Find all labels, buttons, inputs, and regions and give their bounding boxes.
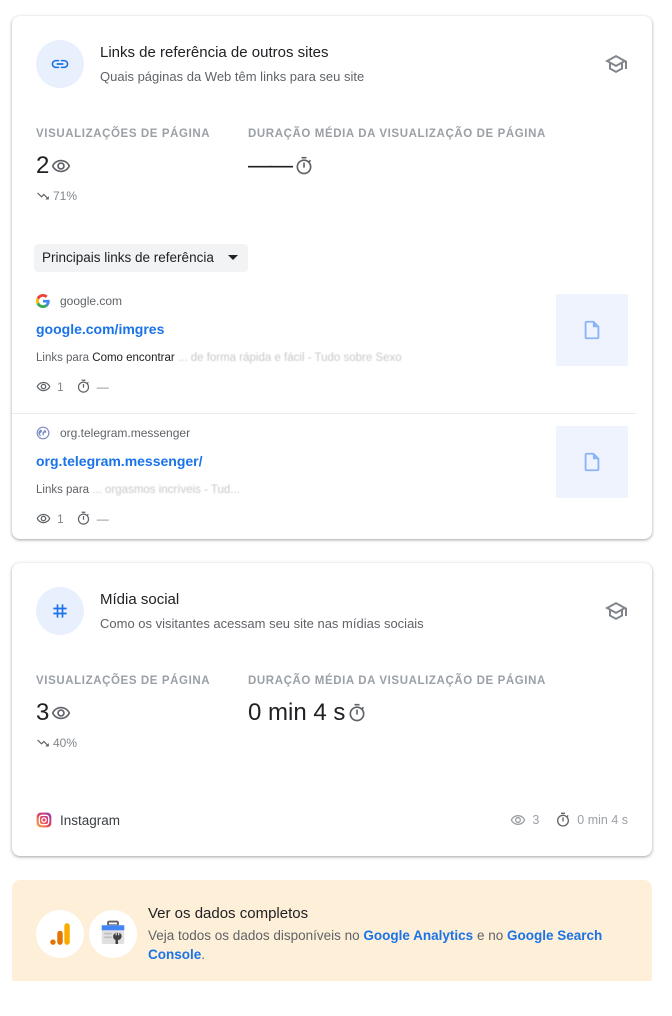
pageviews-metric: VISUALIZAÇÕES DE PÁGINA 2 71% [36, 128, 210, 203]
referral-list-item: google.com google.com/imgres Links para … [12, 284, 636, 414]
referral-source: org.telegram.messenger [60, 426, 191, 440]
promo-title: Ver os dados completos [148, 905, 309, 922]
caret-down-icon [227, 255, 238, 260]
timer-icon [77, 379, 89, 393]
links-to-text: Links para ... orgasmos incríveis - Tud.… [36, 484, 240, 496]
eye-icon [510, 815, 526, 825]
avg-duration-metric: DURAÇÃO MÉDIA DA VISUALIZAÇÃO DE PÁGINA … [248, 675, 546, 727]
eye-icon [52, 706, 71, 720]
pageviews-label: VISUALIZAÇÕES DE PÁGINA [36, 675, 211, 687]
pageviews-change: 40% [36, 736, 210, 750]
school-icon[interactable] [604, 52, 628, 76]
search-console-icon [89, 910, 137, 958]
trending-down-icon [37, 739, 49, 747]
referral-stats: 1 — [36, 379, 121, 394]
timer-icon [557, 812, 570, 827]
linked-page-title-obscured: ... orgasmos incríveis - Tud... [92, 484, 240, 496]
card-subtitle: Como os visitantes acessam seu site nas … [100, 616, 424, 631]
google-analytics-icon [36, 910, 84, 958]
avg-duration-label: DURAÇÃO MÉDIA DA VISUALIZAÇÃO DE PÁGINA [248, 128, 546, 140]
referral-links-card: Links de referência de outros sites Quai… [12, 16, 652, 539]
card-title: Mídia social [100, 591, 180, 608]
card-subtitle: Quais páginas da Web têm links para seu … [100, 69, 365, 84]
document-icon [584, 452, 600, 472]
link-icon [36, 40, 84, 88]
social-duration: 0 min 4 s [577, 813, 628, 827]
avg-duration-metric: DURAÇÃO MÉDIA DA VISUALIZAÇÃO DE PÁGINA … [248, 128, 546, 180]
referral-list-item: org.telegram.messenger org.telegram.mess… [12, 416, 636, 546]
timer-icon [296, 156, 312, 175]
card-title: Links de referência de outros sites [100, 44, 329, 61]
pageviews-value: 3 [36, 699, 50, 726]
card-header: Links de referência de outros sites Quai… [36, 40, 628, 88]
trending-down-icon [37, 192, 49, 200]
avg-duration-value: —— [248, 152, 293, 179]
social-network-name: Instagram [60, 812, 121, 828]
social-list-item: Instagram 3 0 min 4 s [36, 810, 628, 830]
eye-icon [36, 513, 51, 524]
referral-views: 1 [57, 379, 64, 394]
social-stats: 3 0 min 4 s [510, 812, 628, 828]
page-preview-thumbnail[interactable] [556, 294, 628, 366]
school-icon[interactable] [604, 599, 628, 623]
avg-duration-label: DURAÇÃO MÉDIA DA VISUALIZAÇÃO DE PÁGINA [248, 675, 546, 687]
referral-views: 1 [57, 511, 64, 526]
referral-duration: — [96, 379, 109, 394]
referral-source: google.com [60, 294, 123, 308]
referral-duration: — [96, 511, 109, 526]
document-icon [584, 320, 600, 340]
eye-icon [36, 381, 51, 392]
pageviews-label: VISUALIZAÇÕES DE PÁGINA [36, 128, 211, 140]
links-to-text: Links para Como encontrar ... de forma r… [36, 352, 402, 364]
top-referrals-dropdown[interactable]: Principais links de referência [34, 244, 248, 272]
eye-icon [52, 159, 71, 173]
referral-url-link[interactable]: google.com/imgres [36, 321, 164, 337]
page-preview-thumbnail[interactable] [556, 426, 628, 498]
pageviews-change: 71% [36, 189, 210, 203]
promo-text: Veja todos os dados disponíveis no Googl… [148, 928, 603, 962]
referral-stats: 1 — [36, 511, 121, 526]
google-analytics-link[interactable]: Google Analytics [363, 928, 473, 943]
avg-duration-value: 0 min 4 s [248, 699, 346, 726]
social-views: 3 [532, 813, 540, 827]
instagram-icon [36, 812, 52, 828]
social-media-card: Mídia social Como os visitantes acessam … [12, 563, 652, 856]
linked-page-title-obscured: ... de forma rápida e fácil - Tudo sobre… [177, 352, 402, 364]
pageviews-value: 2 [36, 152, 50, 179]
timer-icon [349, 703, 365, 722]
full-data-banner: Ver os dados completos Veja todos os dad… [12, 880, 652, 981]
referral-url-link[interactable]: org.telegram.messenger/ [36, 453, 203, 469]
card-header: Mídia social Como os visitantes acessam … [36, 587, 628, 635]
timer-icon [77, 511, 89, 525]
pageviews-metric: VISUALIZAÇÕES DE PÁGINA 3 40% [36, 675, 210, 750]
linked-page-title: Como encontrar [92, 352, 175, 364]
google-icon [36, 294, 50, 308]
globe-icon [36, 426, 50, 440]
hashtag-icon [36, 587, 84, 635]
